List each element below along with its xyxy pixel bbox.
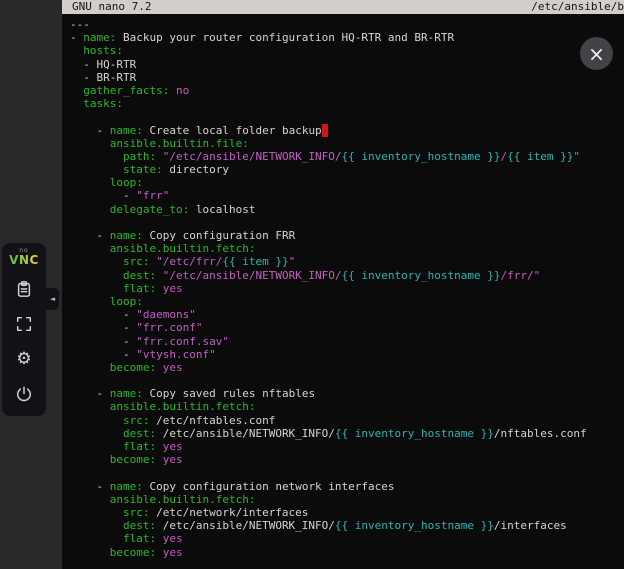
close-icon: × [588,44,605,64]
power-button[interactable] [10,380,38,408]
editor-content[interactable]: ---- name: Backup your router configurat… [62,14,624,559]
code-line: flat: yes [70,440,624,453]
novnc-logo-text: VNC [9,254,39,266]
terminal-window: GNU nano 7.2 /etc/ansible/b ---- name: B… [62,0,624,569]
code-line: - "frr.conf.sav" [70,335,624,348]
code-line: --- [70,18,624,31]
code-line: dest: "/etc/ansible/NETWORK_INFO/{{ inve… [70,269,624,282]
gear-icon: ⚙ [16,351,31,368]
code-line: ansible.builtin.fetch: [70,493,624,506]
code-line: - "frr.conf" [70,321,624,334]
code-line [70,374,624,387]
nano-titlebar: GNU nano 7.2 /etc/ansible/b [62,0,624,14]
code-line: gather_facts: no [70,84,624,97]
settings-button[interactable]: ⚙ [10,345,38,373]
code-line: flat: yes [70,282,624,295]
fullscreen-icon [15,315,33,333]
chevron-left-icon: ◄ [50,295,55,303]
code-line: flat: yes [70,532,624,545]
desktop: no VNC ⚙ [0,0,624,569]
code-line: dest: /etc/ansible/NETWORK_INFO/{{ inven… [70,427,624,440]
text-cursor [322,124,329,137]
nano-filepath: /etc/ansible/b [531,0,624,14]
code-line: - "vtysh.conf" [70,348,624,361]
code-line: delegate_to: localhost [70,203,624,216]
code-line: state: directory [70,163,624,176]
code-line: - HQ-RTR [70,58,624,71]
code-line [70,216,624,229]
code-line: - "frr" [70,189,624,202]
code-line: - name: Backup your router configuration… [70,31,624,44]
code-line: - name: Copy configuration network inter… [70,480,624,493]
code-line: - name: Copy configuration FRR [70,229,624,242]
code-line: loop: [70,176,624,189]
code-line: become: yes [70,453,624,466]
code-line: become: yes [70,361,624,374]
code-line: ansible.builtin.file: [70,137,624,150]
code-line: - name: Copy saved rules nftables [70,387,624,400]
fullscreen-button[interactable] [10,310,38,338]
code-line: - "daemons" [70,308,624,321]
code-line: tasks: [70,97,624,110]
code-line: path: "/etc/ansible/NETWORK_INFO/{{ inve… [70,150,624,163]
code-line: src: "/etc/frr/{{ item }}" [70,255,624,268]
clipboard-button[interactable] [10,275,38,303]
code-line: loop: [70,295,624,308]
code-line: - BR-RTR [70,71,624,84]
nano-version: GNU nano 7.2 [72,0,151,14]
code-line: hosts: [70,44,624,57]
code-line: ansible.builtin.fetch: [70,242,624,255]
code-line [70,110,624,123]
code-line: become: yes [70,546,624,559]
code-line: - name: Create local folder backup [70,124,624,137]
code-line: src: /etc/network/interfaces [70,506,624,519]
novnc-logo: no VNC [9,248,39,266]
close-button[interactable]: × [580,37,613,70]
code-line [70,466,624,479]
code-line: src: /etc/nftables.conf [70,414,624,427]
vnc-control-panel: no VNC ⚙ [2,243,46,416]
vnc-sidebar: no VNC ⚙ [0,0,62,569]
code-line: dest: /etc/ansible/NETWORK_INFO/{{ inven… [70,519,624,532]
clipboard-icon [15,280,33,298]
sidebar-collapse-handle[interactable]: ◄ [46,288,59,310]
power-icon [15,385,33,403]
code-line: ansible.builtin.fetch: [70,400,624,413]
